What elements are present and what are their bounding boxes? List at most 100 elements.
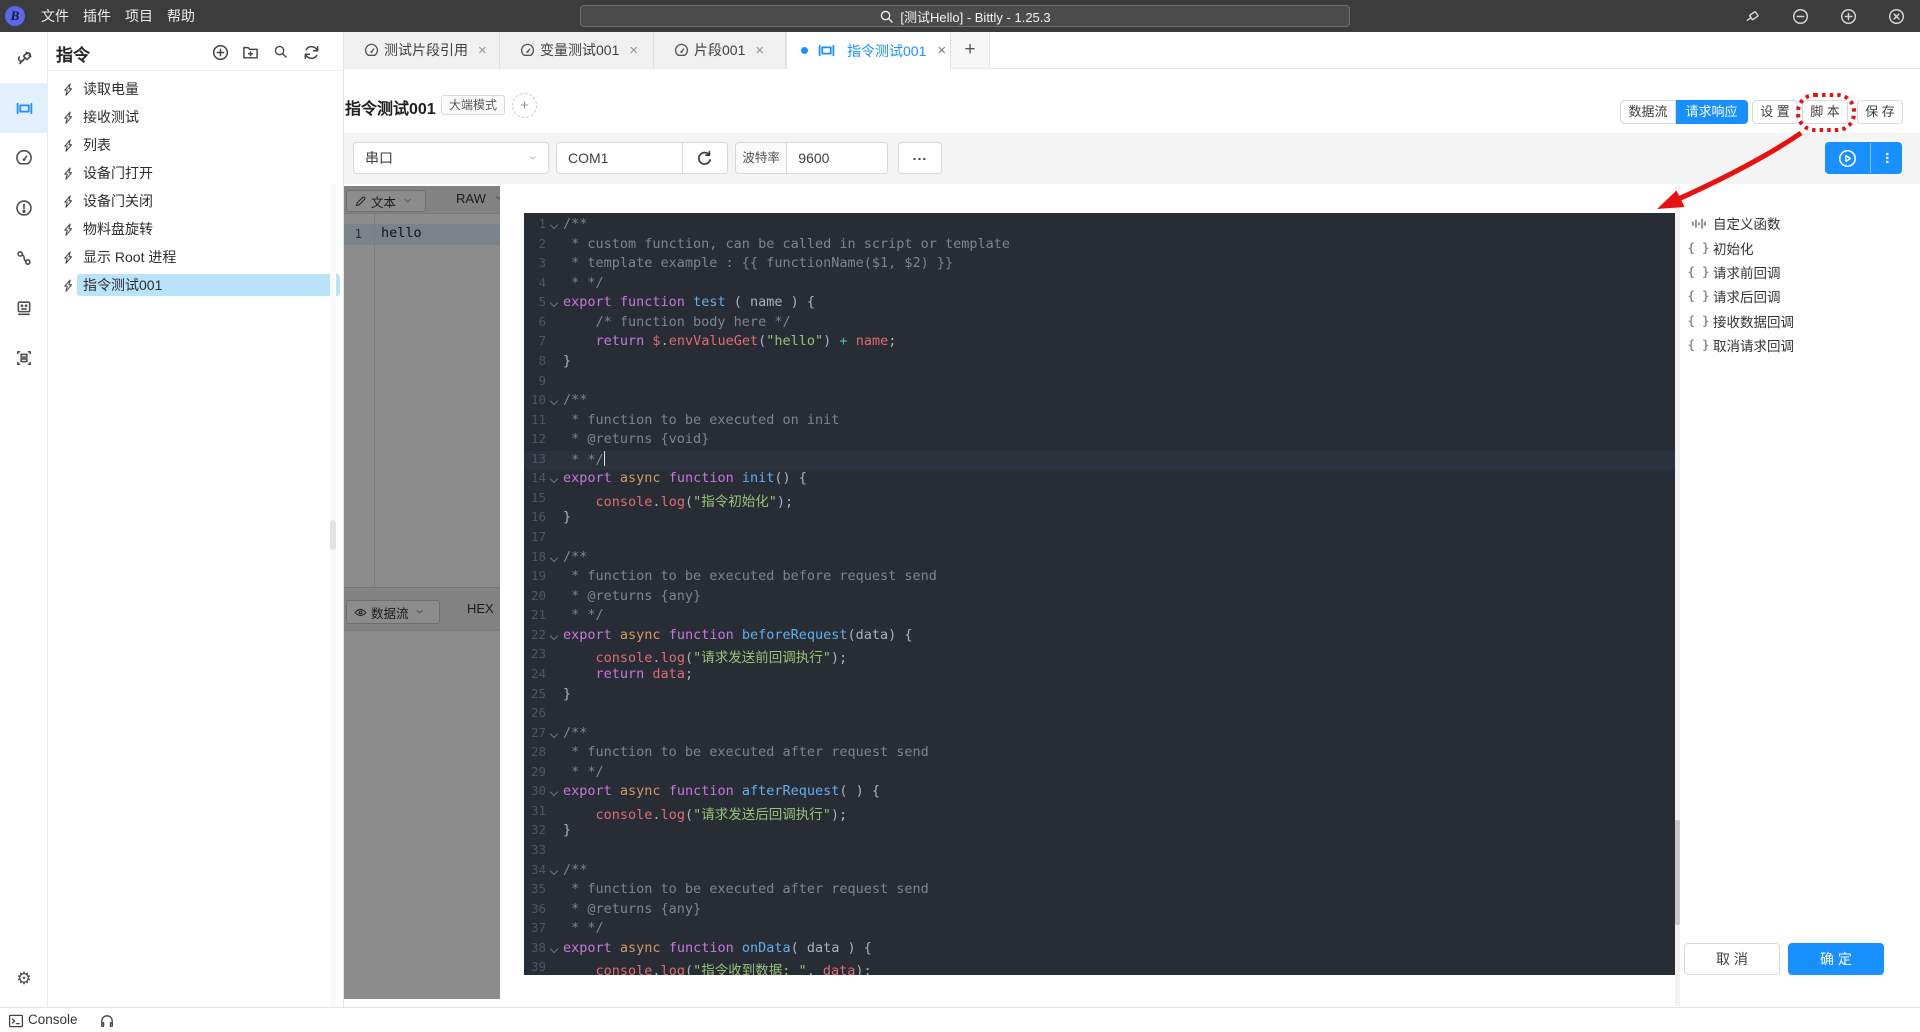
function-item-3[interactable]: { } 请求后回调 xyxy=(1680,284,1920,308)
fold-arrow-icon[interactable] xyxy=(546,725,563,745)
more-options-button[interactable]: ... xyxy=(898,142,942,174)
code-line-9[interactable]: 9 xyxy=(524,373,1675,393)
code-line-17[interactable]: 17 xyxy=(524,529,1675,549)
function-item-2[interactable]: { } 请求前回调 xyxy=(1680,260,1920,284)
code-line-37[interactable]: 37 * */ xyxy=(524,920,1675,940)
circle-plus-icon[interactable] xyxy=(1824,0,1872,32)
code-line-24[interactable]: 24 return data; xyxy=(524,666,1675,686)
code-line-26[interactable]: 26 xyxy=(524,705,1675,725)
fold-arrow-icon[interactable] xyxy=(546,627,563,647)
directive-item-3[interactable]: 设备门打开 xyxy=(48,159,343,187)
code-line-31[interactable]: 31 console.log("请求发送后回调执行"); xyxy=(524,803,1675,823)
fold-arrow-icon[interactable] xyxy=(546,940,563,960)
code-line-30[interactable]: 30 export async function afterRequest( ) … xyxy=(524,783,1675,803)
splitter-handle[interactable] xyxy=(330,520,336,550)
directive-item-7[interactable]: 指令测试001 xyxy=(48,271,343,299)
code-line-15[interactable]: 15 console.log("指令初始化"); xyxy=(524,490,1675,510)
code-line-10[interactable]: 10 /** xyxy=(524,392,1675,412)
panel-splitter[interactable] xyxy=(330,184,336,1007)
code-line-22[interactable]: 22 export async function beforeRequest(da… xyxy=(524,627,1675,647)
cancel-button[interactable]: 取 消 xyxy=(1684,943,1780,975)
code-line-7[interactable]: 7 return $.envValueGet("hello") + name; xyxy=(524,333,1675,353)
menu-item-3[interactable]: 帮助 xyxy=(166,6,196,26)
code-line-36[interactable]: 36 * @returns {any} xyxy=(524,901,1675,921)
code-line-21[interactable]: 21 * */ xyxy=(524,607,1675,627)
refresh-button[interactable] xyxy=(303,44,320,61)
code-line-14[interactable]: 14 export async function init() { xyxy=(524,470,1675,490)
code-line-4[interactable]: 4 * */ xyxy=(524,275,1675,295)
add-folder-button[interactable] xyxy=(242,44,259,61)
serial-port-input[interactable]: COM1 xyxy=(557,143,682,173)
add-tab-button[interactable]: + xyxy=(951,32,990,68)
directive-item-5[interactable]: 物料盘旋转 xyxy=(48,215,343,243)
code-line-29[interactable]: 29 * */ xyxy=(524,764,1675,784)
code-line-28[interactable]: 28 * function to be executed after reque… xyxy=(524,744,1675,764)
fold-arrow-icon[interactable] xyxy=(546,294,563,314)
script-code-editor[interactable]: 1 /** 2 * custom function, can be called i… xyxy=(524,213,1675,975)
ok-button[interactable]: 确 定 xyxy=(1788,943,1884,975)
code-line-16[interactable]: 16} xyxy=(524,509,1675,529)
action-button-1[interactable]: 脚 本 xyxy=(1802,100,1848,124)
code-line-35[interactable]: 35 * function to be executed after reque… xyxy=(524,881,1675,901)
titlebar-search[interactable]: [测试Hello] - Bittly - 1.25.3 xyxy=(580,5,1350,27)
settings-button[interactable]: ⚙ xyxy=(0,961,48,997)
code-line-20[interactable]: 20 * @returns {any} xyxy=(524,588,1675,608)
code-line-32[interactable]: 32} xyxy=(524,822,1675,842)
close-icon[interactable]: × xyxy=(629,43,638,58)
directive-item-1[interactable]: 接收测试 xyxy=(48,103,343,131)
fold-arrow-icon[interactable] xyxy=(546,216,563,236)
circle-x-icon[interactable] xyxy=(1872,0,1920,32)
action-button-0[interactable]: 设 置 xyxy=(1752,100,1798,124)
connection-type-select[interactable]: 串口 xyxy=(353,142,549,174)
console-label[interactable]: Console xyxy=(28,1012,78,1027)
code-line-27[interactable]: 27 /** xyxy=(524,725,1675,745)
add-attribute-button[interactable]: + xyxy=(512,93,537,118)
function-item-1[interactable]: { } 初始化 xyxy=(1680,235,1920,259)
code-line-2[interactable]: 2 * custom function, can be called in sc… xyxy=(524,236,1675,256)
circle-minus-icon[interactable] xyxy=(1776,0,1824,32)
directive-item-4[interactable]: 设备门关闭 xyxy=(48,187,343,215)
rail-item-timers[interactable] xyxy=(0,183,48,233)
code-line-33[interactable]: 33 xyxy=(524,842,1675,862)
endianness-tag[interactable]: 大端模式 xyxy=(441,95,506,115)
rail-item-documents[interactable] xyxy=(0,283,48,333)
action-button-2[interactable]: 保 存 xyxy=(1857,100,1903,124)
code-line-13[interactable]: 13 * */ xyxy=(524,450,1675,471)
close-icon[interactable]: × xyxy=(937,43,946,58)
menu-item-2[interactable]: 项目 xyxy=(124,6,154,26)
fold-arrow-icon[interactable] xyxy=(546,392,563,412)
rail-item-flows[interactable] xyxy=(0,233,48,283)
directive-item-6[interactable]: 显示 Root 进程 xyxy=(48,243,343,271)
code-line-18[interactable]: 18 /** xyxy=(524,549,1675,569)
view-button-0[interactable]: 数据流 xyxy=(1620,100,1676,124)
directive-item-2[interactable]: 列表 xyxy=(48,131,343,159)
close-icon[interactable]: × xyxy=(755,43,764,58)
pin-icon[interactable] xyxy=(1728,0,1776,32)
send-more-button[interactable] xyxy=(1871,142,1902,174)
function-item-4[interactable]: { } 接收数据回调 xyxy=(1680,309,1920,333)
code-line-38[interactable]: 38 export async function onData( data ) { xyxy=(524,940,1675,960)
code-line-19[interactable]: 19 * function to be executed before requ… xyxy=(524,568,1675,588)
code-line-1[interactable]: 1 /** xyxy=(524,216,1675,236)
code-line-11[interactable]: 11 * function to be executed on init xyxy=(524,412,1675,432)
add-button[interactable] xyxy=(212,44,229,61)
scrollbar-thumb[interactable] xyxy=(1675,820,1680,925)
function-item-5[interactable]: { } 取消请求回调 xyxy=(1680,333,1920,357)
fold-arrow-icon[interactable] xyxy=(546,549,563,569)
tab-0[interactable]: 测试片段引用 × xyxy=(344,32,500,68)
code-line-5[interactable]: 5 export function test ( name ) { xyxy=(524,294,1675,314)
tab-3[interactable]: 指令测试001 × xyxy=(786,32,951,69)
code-line-25[interactable]: 25} xyxy=(524,686,1675,706)
fold-arrow-icon[interactable] xyxy=(546,470,563,490)
menu-item-1[interactable]: 插件 xyxy=(82,6,112,26)
view-button-1[interactable]: 请求响应 xyxy=(1676,100,1748,124)
code-line-6[interactable]: 6 /* function body here */ xyxy=(524,314,1675,334)
function-item-0[interactable]: 自定义函数 xyxy=(1680,211,1920,235)
menu-item-0[interactable]: 文件 xyxy=(40,6,70,26)
tab-1[interactable]: 变量测试001 × xyxy=(500,32,654,68)
code-line-23[interactable]: 23 console.log("请求发送前回调执行"); xyxy=(524,646,1675,666)
code-line-3[interactable]: 3 * template example : {{ functionName($… xyxy=(524,255,1675,275)
refresh-ports-button[interactable] xyxy=(681,143,727,173)
rail-item-connections[interactable] xyxy=(0,33,48,83)
tab-2[interactable]: 片段001 × xyxy=(654,32,786,68)
